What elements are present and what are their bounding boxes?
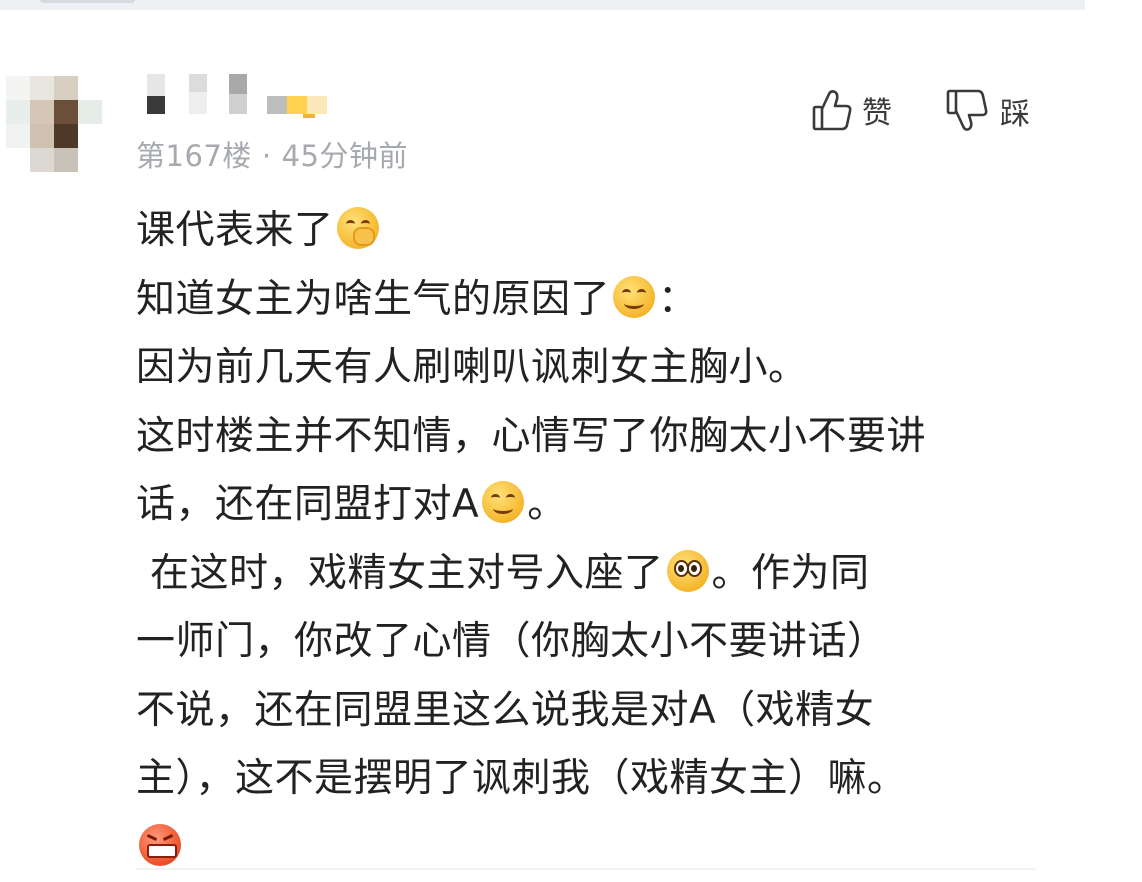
dislike-button[interactable]: 踩 bbox=[946, 88, 1030, 134]
meta-separator: · bbox=[262, 139, 272, 173]
thumbs-up-icon bbox=[812, 88, 852, 132]
like-label: 赞 bbox=[862, 88, 892, 132]
comment-body: 课代表来了 知道女主为啥生气的原因了： 因为前几天有人刷喇叭讽刺女主胸小。 这时… bbox=[136, 197, 1036, 882]
previous-post-divider bbox=[0, 0, 1085, 10]
comment-line: 知道女主为啥生气的原因了： bbox=[136, 266, 1036, 335]
angry-face-emoji bbox=[139, 824, 181, 866]
username[interactable] bbox=[143, 74, 333, 118]
comment-divider bbox=[136, 868, 1036, 870]
pleading-face-emoji bbox=[667, 550, 709, 592]
comment-line: 话，还在同盟打对A。 bbox=[136, 471, 1036, 540]
comment-line: 课代表来了 bbox=[136, 197, 1036, 266]
floor-number: 第167楼 bbox=[136, 139, 252, 173]
grinning-face-emoji bbox=[613, 276, 655, 318]
post-meta: 第167楼 · 45分钟前 bbox=[136, 133, 408, 175]
avatar[interactable] bbox=[6, 76, 102, 172]
thumbs-down-icon bbox=[946, 88, 990, 134]
comment-line: 主），这不是摆明了讽刺我（戏精女主）嘛。 bbox=[136, 745, 1036, 814]
dislike-label: 踩 bbox=[1000, 89, 1030, 133]
smiling-face-emoji bbox=[482, 481, 524, 523]
post-time: 45分钟前 bbox=[282, 139, 408, 173]
face-covering-mouth-emoji bbox=[337, 207, 379, 249]
comment-line: 这时楼主并不知情，心情写了你胸太小不要讲 bbox=[136, 403, 1036, 472]
comment-line: 因为前几天有人刷喇叭讽刺女主胸小。 bbox=[136, 334, 1036, 403]
comment-line bbox=[136, 814, 1036, 882]
comment-line: 一师门，你改了心情（你胸太小不要讲话） bbox=[136, 608, 1036, 677]
like-button[interactable]: 赞 bbox=[812, 88, 892, 132]
comment-line: 不说，还在同盟里这么说我是对A（戏精女 bbox=[136, 677, 1036, 746]
comment-line: 在这时，戏精女主对号入座了。作为同 bbox=[136, 540, 1036, 609]
